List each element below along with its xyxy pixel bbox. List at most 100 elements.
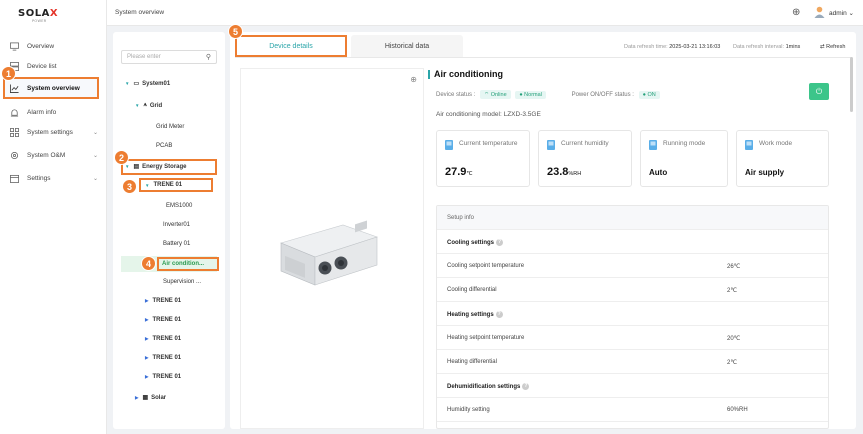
tab-divider [235,57,851,58]
globe-icon[interactable]: ⊕ [792,7,800,18]
chevron-down-icon: ⌄ [848,10,854,17]
scrollbar[interactable] [850,57,853,112]
nav-item-device-list[interactable]: Device list [10,57,100,75]
card-work-mode: Work mode Air supply [736,130,829,187]
refresh-interval: Data refresh interval: 1mins [733,44,800,50]
caret-down-icon[interactable]: ▼ [135,103,139,108]
tree-node-inverter[interactable]: Inverter01 [163,222,190,228]
badge-label: Online [490,92,507,98]
tree-node-ems[interactable]: EMS1000 [166,203,192,209]
user-name: admin [829,10,847,17]
nav-label: System overview [27,84,80,92]
top-bar: System overview ⊕ admin ⌄ [107,0,863,26]
card-value: Auto [649,168,668,177]
nav-item-system-settings[interactable]: System settings ⌄ [10,123,100,141]
status-badge-online: ⌔ Online [480,90,511,99]
nav-item-system-om[interactable]: System O&M ⌄ [10,146,100,164]
zoom-in-icon[interactable]: ⊕ [410,75,417,84]
tree-node-label: TRENE 01 [152,355,182,361]
section-label: Dehumidification settings [447,384,521,391]
table-row: Cooling differential 2℃ [437,278,828,302]
nav-item-overview[interactable]: Overview [10,37,100,55]
section-cooling-settings: Cooling settings? [437,230,828,254]
caret-right-icon[interactable]: ▶ [145,374,148,380]
help-icon[interactable]: ? [495,311,503,318]
tab-device-details[interactable]: Device details [235,35,347,57]
tree-node-grid[interactable]: ▼ ⩚ Grid [135,102,162,109]
caret-right-icon[interactable]: ▶ [145,298,148,304]
caret-right-icon[interactable]: ▶ [145,317,148,323]
model-info: Air conditioning model: LZXD-3.5GE [436,111,541,118]
value-unit: %RH [568,171,582,177]
row-label: Humidity setting [447,407,490,413]
help-icon[interactable]: ? [522,383,530,390]
step-badge-5: 5 [228,24,243,39]
tree-node-label: Inverter01 [163,222,191,228]
badge-label: Normal [524,92,542,98]
refresh-button[interactable]: ⇄ Refresh [820,44,845,50]
caret-down-icon[interactable]: ▼ [145,183,149,188]
search-icon[interactable]: ⚲ [206,53,211,61]
table-row: Heating differential 2℃ [437,350,828,374]
setup-header-label: Setup info [447,215,475,221]
nav-label: Alarm info [27,108,57,116]
tree-node-trene-03[interactable]: ▶ TRENE 01 [145,317,181,323]
help-icon[interactable]: ? [496,239,503,246]
setup-header: Setup info [437,206,828,230]
status-badge-normal: ● Normal [515,91,546,99]
caret-down-icon[interactable]: ▼ [125,81,129,86]
step-badge-2: 2 [114,150,129,165]
main-panel: Device details Historical data Data refr… [230,32,856,429]
user-menu[interactable]: admin ⌄ [829,9,854,17]
nav-item-settings[interactable]: Settings ⌄ [10,169,100,187]
tree-node-grid-meter[interactable]: Grid Meter [156,124,184,130]
search-input[interactable]: Please enter ⚲ [121,50,217,64]
tree-node-label: Energy Storage [142,163,187,170]
caret-right-icon[interactable]: ▶ [145,355,148,361]
tree-node-solar[interactable]: ▶ ▦ Solar [135,394,166,402]
refresh-interval-label: Data refresh interval: [733,44,785,50]
thermometer-icon [445,140,453,150]
caret-right-icon[interactable]: ▶ [135,395,138,401]
tree-node-supervision[interactable]: Supervision ... [163,279,201,285]
card-current-temperature: Current temperature 27.9℃ [436,130,530,187]
tab-historical-data[interactable]: Historical data [351,35,463,57]
refresh-icon: ⇄ [820,44,825,50]
air-conditioner-image [280,220,378,286]
step-badge-4: 4 [141,256,156,271]
avatar[interactable] [814,6,825,18]
caret-down-icon[interactable]: ▼ [125,164,129,169]
tree-node-system[interactable]: ▼ ▭ System01 [125,80,170,88]
tree-node-trene-05[interactable]: ▶ TRENE 01 [145,355,181,361]
power-button[interactable]: ⏻ [809,83,829,100]
nav-label: System settings [27,128,73,136]
tree-node-trene-04[interactable]: ▶ TRENE 01 [145,336,181,342]
nav-item-alarm-info[interactable]: Alarm info [10,103,100,121]
tree-node-trene-01[interactable]: ▼ TRENE 01 [145,182,182,188]
tree-node-trene-06[interactable]: ▶ TRENE 01 [145,374,181,380]
tree-node-energy-storage[interactable]: ▼ ▤ Energy Storage [125,163,187,171]
solar-panel-icon: ▦ [142,395,149,401]
status-row: Device status : ⌔ Online ● Normal Power … [436,90,660,99]
tree-node-trene-02[interactable]: ▶ TRENE 01 [145,298,181,304]
badge-label: ON [647,92,656,98]
tree-node-battery[interactable]: Battery 01 [163,241,190,247]
nav-item-system-overview[interactable]: System overview [3,77,99,99]
power-icon: ⏻ [815,86,823,96]
tree-node-label: TRENE 01 [152,298,182,304]
left-nav: SOLAX POWER Overview Device list System … [0,0,107,434]
tree-node-pcab[interactable]: PCAB [156,143,172,149]
refresh-button-label: Refresh [826,44,846,50]
row-label: Cooling differential [447,287,497,293]
monitor-icon [10,42,19,50]
row-value: 2℃ [727,360,738,366]
device-image-panel: ⊕ [240,68,424,429]
tree-node-label: EMS1000 [166,203,193,209]
running-mode-icon [649,140,657,150]
table-row: Humidity setting 60%RH [437,398,828,422]
refresh-interval-value: 1mins [785,44,801,50]
device-tree-panel: Please enter ⚲ ▼ ▭ System01 ▼ ⩚ Grid Gri… [113,32,225,429]
calendar-icon [10,174,19,183]
gear-icon [10,151,19,159]
caret-right-icon[interactable]: ▶ [145,336,148,342]
